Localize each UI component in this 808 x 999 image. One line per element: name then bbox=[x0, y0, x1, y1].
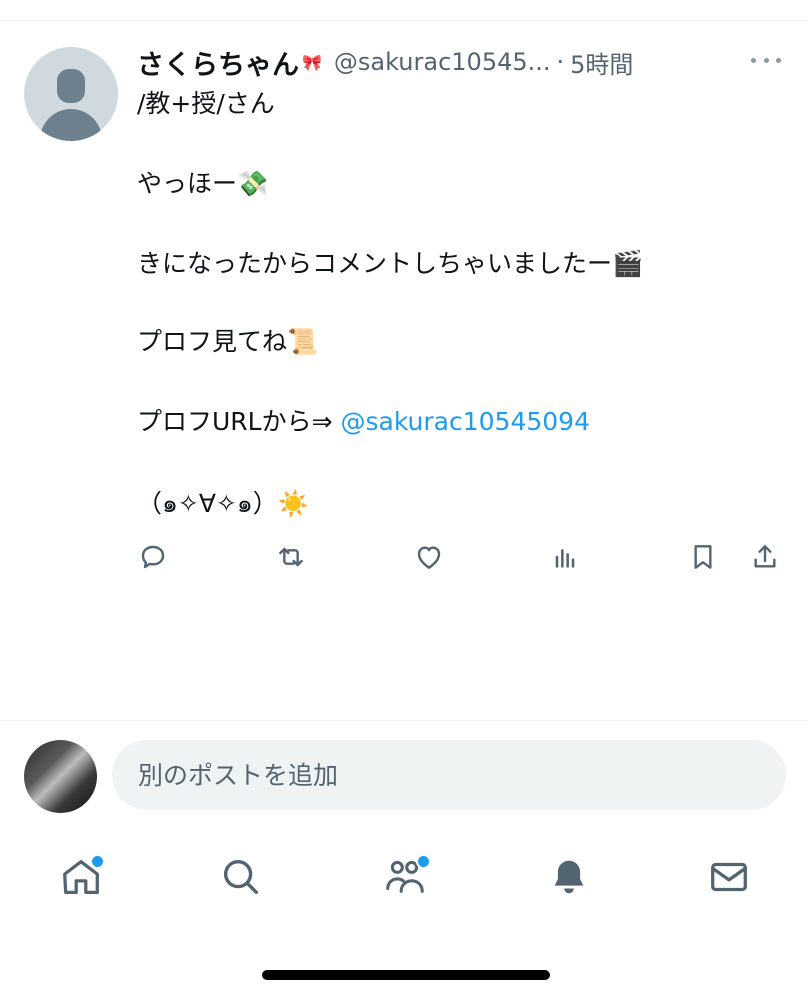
post-line-5-text: プロフURLから⇒ bbox=[137, 407, 341, 436]
share-icon[interactable] bbox=[746, 538, 784, 576]
communities-notification-dot bbox=[416, 854, 431, 869]
post-line-5: プロフURLから⇒ @sakurac10545094 bbox=[137, 404, 590, 440]
tab-notifications[interactable] bbox=[544, 852, 594, 902]
bookmark-icon[interactable] bbox=[684, 538, 722, 576]
avatar-head-shape bbox=[57, 69, 85, 103]
views-icon[interactable] bbox=[546, 538, 584, 576]
compose-divider bbox=[0, 720, 808, 721]
more-options-icon[interactable] bbox=[747, 50, 785, 70]
more-dot bbox=[763, 57, 769, 63]
tab-messages[interactable] bbox=[704, 852, 754, 902]
tab-communities[interactable] bbox=[380, 852, 431, 902]
post-timestamp[interactable]: 5時間 bbox=[570, 45, 633, 80]
tab-search[interactable] bbox=[216, 852, 266, 902]
tab-home[interactable] bbox=[56, 852, 106, 902]
header-separator: · bbox=[556, 48, 565, 76]
mail-icon bbox=[711, 862, 747, 892]
post-line-2: やっほー💸 bbox=[137, 169, 269, 198]
like-icon[interactable] bbox=[410, 538, 448, 576]
post-header: さくらちゃん 🎀 @sakurac10545... · 5時間 bbox=[137, 42, 747, 82]
reply-icon[interactable] bbox=[134, 538, 172, 576]
post-line-1: /教+授/さん bbox=[137, 89, 275, 118]
more-dot bbox=[751, 57, 756, 63]
current-user-avatar[interactable] bbox=[24, 740, 97, 813]
home-notification-dot bbox=[90, 854, 105, 869]
author-avatar[interactable] bbox=[24, 47, 118, 141]
home-indicator bbox=[262, 970, 550, 980]
bottom-tab-bar bbox=[0, 840, 808, 920]
avatar-shoulders-shape bbox=[40, 109, 102, 141]
repost-icon[interactable] bbox=[272, 538, 310, 576]
author-display-name[interactable]: さくらちゃん bbox=[137, 43, 299, 82]
post-actions bbox=[134, 538, 794, 578]
post-line-4: プロフ見てね📜 bbox=[137, 327, 319, 356]
mention-link[interactable]: @sakurac10545094 bbox=[341, 407, 591, 436]
author-handle[interactable]: @sakurac10545... bbox=[334, 48, 551, 76]
top-divider bbox=[0, 20, 808, 21]
post-line-6: （๑✧∀✧๑）☀️ bbox=[137, 489, 309, 518]
search-icon bbox=[223, 859, 259, 895]
ribbon-emoji: 🎀 bbox=[302, 52, 322, 72]
post-line-3: きになったからコメントしちゃいましたー🎬 bbox=[137, 249, 644, 278]
more-dot bbox=[776, 57, 781, 63]
bell-icon bbox=[554, 860, 584, 894]
add-post-input[interactable] bbox=[112, 740, 786, 810]
